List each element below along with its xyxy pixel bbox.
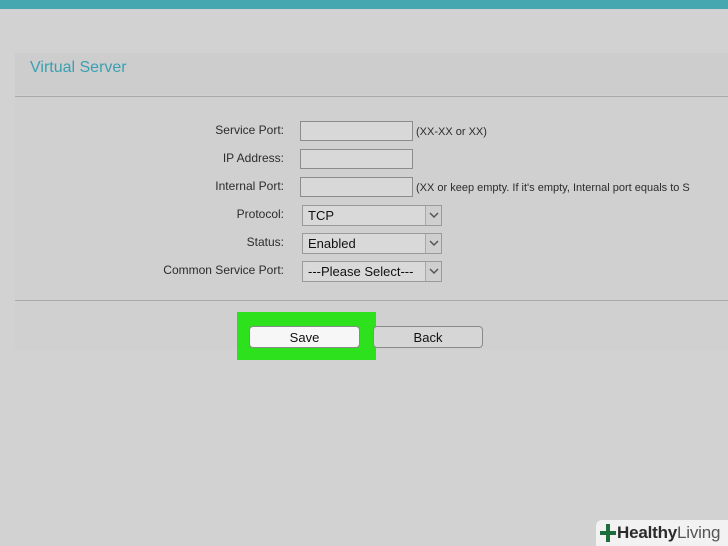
status-select[interactable]: Enabled — [302, 233, 442, 254]
top-accent-bar — [0, 0, 728, 9]
internal-port-label: Internal Port: — [215, 179, 284, 193]
status-selected-value: Enabled — [308, 236, 356, 251]
service-port-input[interactable] — [300, 121, 413, 141]
service-port-hint: (XX-XX or XX) — [416, 126, 487, 138]
protocol-select[interactable]: TCP — [302, 205, 442, 226]
internal-port-hint: (XX or keep empty. If it's empty, Intern… — [416, 182, 690, 194]
divider-top — [15, 96, 728, 97]
watermark-brand2: Living — [677, 523, 721, 542]
watermark: HealthyLiving — [596, 520, 728, 546]
protocol-selected-value: TCP — [308, 208, 334, 223]
common-service-port-selected-value: ---Please Select--- — [308, 264, 414, 279]
internal-port-input[interactable] — [300, 177, 413, 197]
plus-logo-icon — [600, 524, 616, 542]
ip-address-label: IP Address: — [222, 151, 284, 165]
page-title: Virtual Server — [30, 59, 127, 76]
watermark-brand: Healthy — [617, 523, 678, 542]
chevron-down-icon — [425, 262, 441, 281]
common-service-port-select[interactable]: ---Please Select--- — [302, 261, 442, 282]
protocol-label: Protocol: — [236, 207, 284, 221]
divider-bottom — [15, 300, 728, 301]
ip-address-input[interactable] — [300, 149, 413, 169]
save-button[interactable]: Save — [249, 326, 360, 348]
back-button[interactable]: Back — [373, 326, 483, 348]
chevron-down-icon — [425, 234, 441, 253]
status-label: Status: — [246, 235, 284, 249]
watermark-text: HealthyLiving — [617, 523, 720, 543]
common-service-port-label: Common Service Port: — [163, 263, 284, 277]
service-port-label: Service Port: — [215, 123, 284, 137]
chevron-down-icon — [425, 206, 441, 225]
virtual-server-panel — [15, 53, 728, 350]
